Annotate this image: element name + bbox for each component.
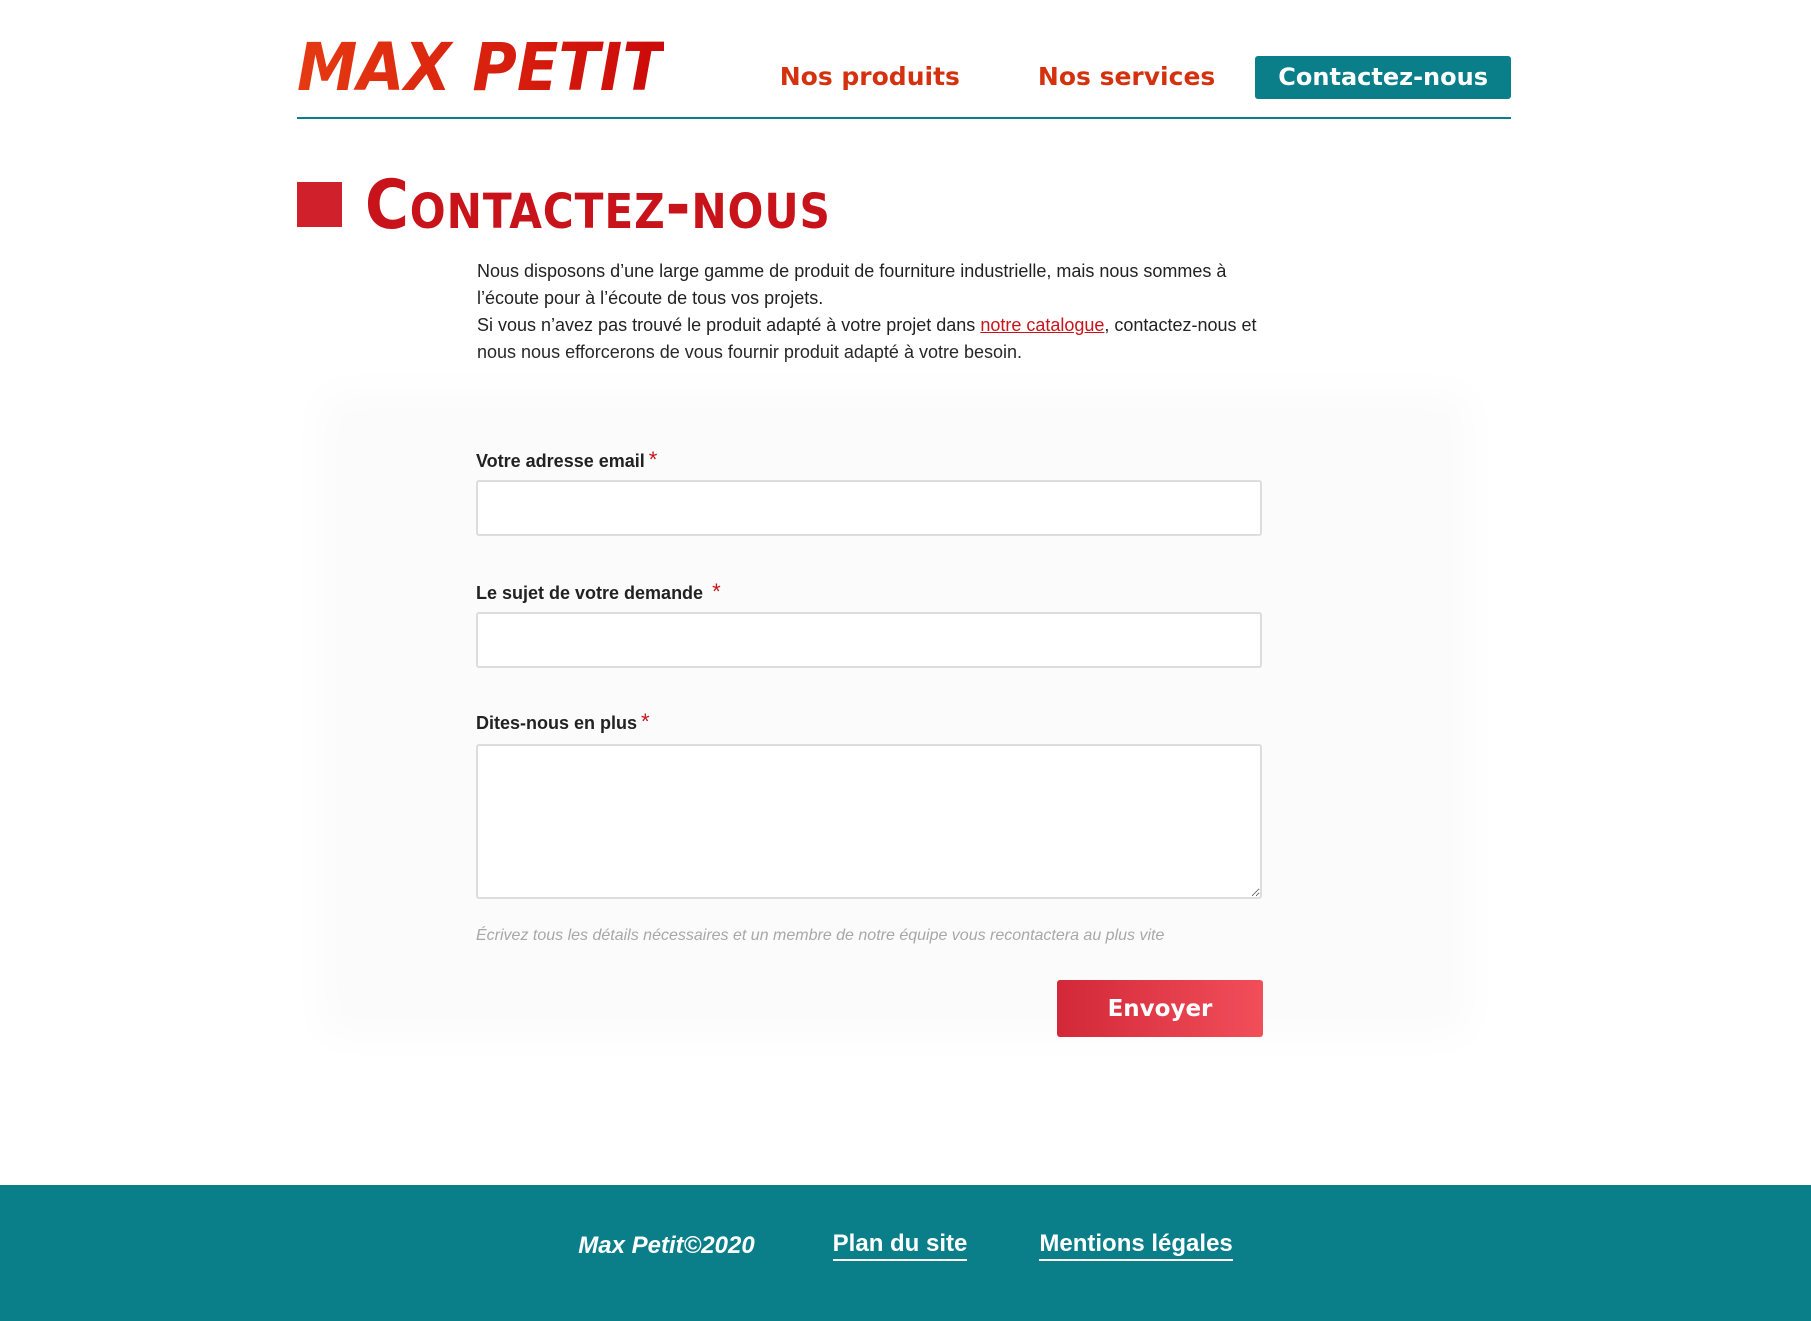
subject-label-text: Le sujet de votre demande (476, 583, 704, 603)
email-label-text: Votre adresse email (476, 451, 645, 471)
message-textarea[interactable] (476, 744, 1262, 899)
subject-input[interactable] (476, 612, 1262, 668)
site-footer: Max Petit©2020 Plan du site Mentions lég… (0, 1185, 1811, 1321)
nav-contact-button[interactable]: Contactez-nous (1255, 55, 1511, 99)
main-nav: Nos produits Nos services Contactez-nous (780, 55, 1511, 99)
required-mark: * (648, 447, 658, 472)
email-label: Votre adresse email * (476, 447, 657, 473)
title-square-icon (297, 182, 342, 227)
sitemap-link[interactable]: Plan du site (832, 1230, 968, 1261)
message-label-text: Dites-nous en plus (476, 713, 638, 733)
required-mark: * (712, 579, 721, 604)
intro-text: Nous disposons d’une large gamme de prod… (477, 258, 1267, 366)
logo[interactable]: MAX PETIT (297, 30, 664, 106)
intro-line-1: Nous disposons d’une large gamme de prod… (477, 261, 1227, 308)
catalogue-link[interactable]: notre catalogue (980, 315, 1104, 335)
email-input[interactable] (476, 480, 1262, 536)
copyright-text: Max Petit©2020 (578, 1231, 755, 1259)
form-hint: Écrivez tous les détails nécessaires et … (476, 927, 1165, 944)
required-mark: * (641, 709, 650, 734)
nav-products-link[interactable]: Nos produits (780, 55, 960, 99)
legal-notice-link[interactable]: Mentions légales (1039, 1230, 1233, 1261)
footer-content: Max Petit©2020 Plan du site Mentions lég… (0, 1230, 1811, 1261)
page-title: Contactez-nous (365, 166, 831, 245)
nav-services-link[interactable]: Nos services (1038, 55, 1215, 99)
intro-line-2-start: Si vous n’avez pas trouvé le produit ada… (477, 315, 981, 335)
subject-label: Le sujet de votre demande * (476, 579, 721, 605)
message-label: Dites-nous en plus * (476, 709, 650, 735)
site-header: MAX PETIT Nos produits Nos services Cont… (297, 30, 1511, 119)
submit-button[interactable]: Envoyer (1057, 980, 1263, 1037)
